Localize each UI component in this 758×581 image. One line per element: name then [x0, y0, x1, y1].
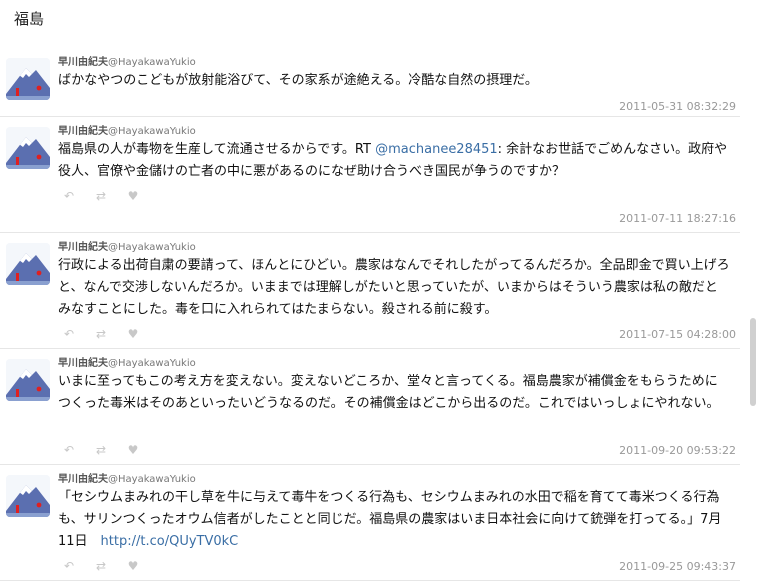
tweet-text-body: いまに至ってもこの考え方を変えない。変えないどころか、堂々と言ってくる。福島農家… — [58, 374, 720, 411]
avatar[interactable] — [6, 359, 50, 401]
author-handle[interactable]: @HayakawaYukio — [108, 242, 196, 253]
tweet-meta: 早川由紀夫@HayakawaYukio — [58, 354, 196, 369]
page-title: 福島 — [14, 10, 45, 28]
tweet-meta: 早川由紀夫@HayakawaYukio — [58, 122, 196, 137]
tweet: 早川由紀夫@HayakawaYukio いまに至ってもこの考え方を変えない。変え… — [0, 349, 740, 465]
author-name[interactable]: 早川由紀夫 — [58, 358, 108, 369]
author-name[interactable]: 早川由紀夫 — [58, 242, 108, 253]
scrollbar[interactable] — [744, 0, 758, 574]
avatar[interactable] — [6, 475, 50, 517]
tweet-actions: ↶ ⇄ ♥ — [62, 559, 140, 573]
tweet-timestamp[interactable]: 2011-07-11 18:27:16 — [619, 212, 736, 225]
tweet-meta: 早川由紀夫@HayakawaYukio — [58, 238, 196, 253]
tweet-text-body: 行政による出荷自粛の要請って、ほんとにひどい。農家はなんでそれしたがってるんだろ… — [58, 258, 730, 317]
heart-icon[interactable]: ♥ — [126, 189, 140, 203]
tweet-link[interactable]: http://t.co/QUyTV0kC — [101, 534, 239, 549]
author-handle[interactable]: @HayakawaYukio — [108, 126, 196, 137]
tweet-text-body: 福島県の人が毒物を生産して流通させるからです。RT — [58, 142, 376, 157]
author-handle[interactable]: @HayakawaYukio — [108, 474, 196, 485]
tweet-meta: 早川由紀夫@HayakawaYukio — [58, 470, 196, 485]
author-handle[interactable]: @HayakawaYukio — [108, 57, 196, 68]
tweet-meta: 早川由紀夫@HayakawaYukio — [58, 53, 196, 68]
heart-icon[interactable]: ♥ — [126, 443, 140, 457]
tweet-text: ばかなやつのこどもが放射能浴びて、その家系が途絶える。冷酷な自然の摂理だ。 — [58, 70, 730, 92]
tweet-actions: ↶ ⇄ ♥ — [62, 327, 140, 341]
tweet: 早川由紀夫@HayakawaYukio ばかなやつのこどもが放射能浴びて、その家… — [0, 48, 740, 117]
reply-icon[interactable]: ↶ — [62, 189, 76, 203]
tweet-link[interactable]: @machanee28451 — [375, 142, 498, 157]
retweet-icon[interactable]: ⇄ — [94, 443, 108, 457]
retweet-icon[interactable]: ⇄ — [94, 559, 108, 573]
reply-icon[interactable]: ↶ — [62, 327, 76, 341]
heart-icon[interactable]: ♥ — [126, 327, 140, 341]
author-name[interactable]: 早川由紀夫 — [58, 474, 108, 485]
tweet: 早川由紀夫@HayakawaYukio 「セシウムまみれの干し草を牛に与えて毒牛… — [0, 465, 740, 581]
tweet-feed: 早川由紀夫@HayakawaYukio ばかなやつのこどもが放射能浴びて、その家… — [0, 48, 740, 581]
tweet: 早川由紀夫@HayakawaYukio 福島県の人が毒物を生産して流通させるから… — [0, 117, 740, 233]
tweet-text: 福島県の人が毒物を生産して流通させるからです。RT @machanee28451… — [58, 139, 730, 183]
tweet-text: いまに至ってもこの考え方を変えない。変えないどころか、堂々と言ってくる。福島農家… — [58, 371, 730, 415]
tweet-timestamp[interactable]: 2011-07-15 04:28:00 — [619, 328, 736, 341]
tweet-timestamp[interactable]: 2011-09-20 09:53:22 — [619, 444, 736, 457]
avatar[interactable] — [6, 243, 50, 285]
tweet-text: 行政による出荷自粛の要請って、ほんとにひどい。農家はなんでそれしたがってるんだろ… — [58, 255, 730, 321]
retweet-icon[interactable]: ⇄ — [94, 327, 108, 341]
tweet-timestamp[interactable]: 2011-09-25 09:43:37 — [619, 560, 736, 573]
tweet-actions: ↶ ⇄ ♥ — [62, 443, 140, 457]
reply-icon[interactable]: ↶ — [62, 559, 76, 573]
author-handle[interactable]: @HayakawaYukio — [108, 358, 196, 369]
avatar[interactable] — [6, 127, 50, 169]
heart-icon[interactable]: ♥ — [126, 559, 140, 573]
tweet-timestamp[interactable]: 2011-05-31 08:32:29 — [619, 100, 736, 113]
retweet-icon[interactable]: ⇄ — [94, 189, 108, 203]
reply-icon[interactable]: ↶ — [62, 443, 76, 457]
tweet-actions: ↶ ⇄ ♥ — [62, 189, 140, 203]
author-name[interactable]: 早川由紀夫 — [58, 57, 108, 68]
scrollbar-thumb[interactable] — [750, 318, 756, 406]
author-name[interactable]: 早川由紀夫 — [58, 126, 108, 137]
tweet-text: 「セシウムまみれの干し草を牛に与えて毒牛をつくる行為も、セシウムまみれの水田で稲… — [58, 487, 730, 553]
avatar[interactable] — [6, 58, 50, 100]
tweet: 早川由紀夫@HayakawaYukio 行政による出荷自粛の要請って、ほんとにひ… — [0, 233, 740, 349]
tweet-text-body: ばかなやつのこどもが放射能浴びて、その家系が途絶える。冷酷な自然の摂理だ。 — [58, 73, 538, 88]
